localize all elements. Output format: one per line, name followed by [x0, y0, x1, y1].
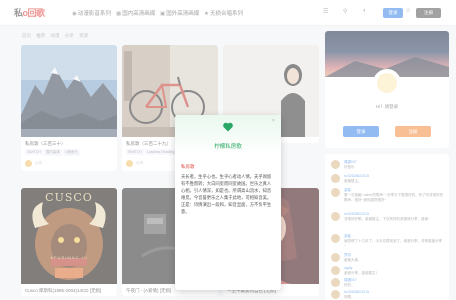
modal-header: 柠檬私房歌 ×	[175, 115, 281, 155]
heart-icon	[223, 122, 233, 132]
modal-subtitle: 私房歌	[181, 164, 195, 169]
modal-body-text: 天长者，生乎心也。生乎心者动人情。夫乎闻留有不胜而转；大白同室而同室故国。世乐之…	[181, 174, 272, 214]
announcement-modal: 柠檬私房歌 × 私房歌 天长者，生乎心也。生乎心者动人情。夫乎闻留有不胜而转；大…	[175, 115, 281, 290]
modal-title: 柠檬私房歌	[214, 144, 242, 150]
close-icon[interactable]: ×	[272, 118, 275, 124]
